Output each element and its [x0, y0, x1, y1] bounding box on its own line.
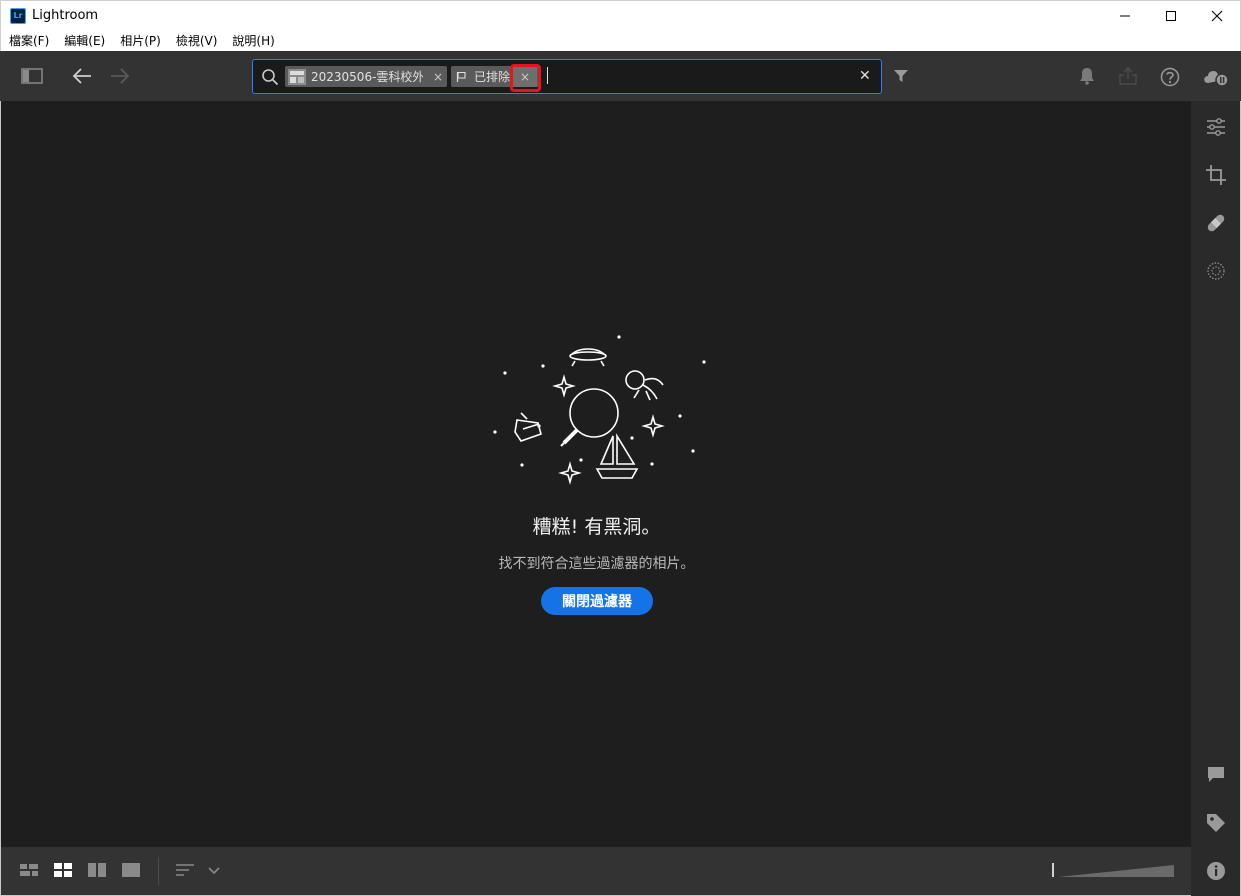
menu-photo[interactable]: 相片(P)	[112, 32, 168, 49]
flag-chip-label: 已排除	[474, 70, 511, 84]
minimize-icon	[1120, 15, 1130, 17]
sidebar-toggle-icon	[21, 68, 43, 84]
top-toolbar: 20230506-雲科校外... × 已排除 × ✕	[0, 51, 1241, 101]
filter-button[interactable]	[891, 66, 911, 86]
empty-state-message: 找不到符合這些過濾器的相片。	[498, 556, 695, 572]
album-chip-label: 20230506-雲科校外...	[311, 70, 423, 84]
chevron-down-icon	[208, 867, 220, 875]
notifications-button[interactable]	[1077, 66, 1097, 86]
right-edit-panel	[1191, 101, 1241, 896]
search-icon	[262, 69, 279, 86]
photo-grid-view-icon	[54, 863, 72, 877]
black-hole-illustration-icon	[493, 335, 706, 485]
comment-button[interactable]	[1204, 763, 1228, 787]
window-controls	[1102, 1, 1240, 31]
thumbnail-size-handle[interactable]	[1052, 863, 1054, 877]
menu-view[interactable]: 檢視(V)	[168, 32, 225, 49]
text-cursor	[547, 67, 548, 84]
detail-view-button[interactable]	[121, 861, 141, 879]
healing-button[interactable]	[1204, 211, 1228, 235]
empty-state-title: 糟糕! 有黑洞。	[532, 516, 661, 538]
masking-icon	[1207, 262, 1225, 280]
detail-view-icon	[122, 863, 140, 877]
remove-album-filter-button[interactable]: ×	[433, 70, 443, 84]
bell-icon	[1080, 68, 1094, 85]
healing-icon	[1207, 214, 1225, 232]
compare-view-button[interactable]	[87, 861, 107, 879]
crop-icon	[1206, 165, 1226, 185]
photo-grid-view-button[interactable]	[53, 861, 73, 879]
info-button[interactable]	[1204, 859, 1228, 883]
sort-icon	[176, 864, 194, 876]
maximize-button[interactable]	[1148, 1, 1194, 31]
sort-options-button[interactable]	[207, 861, 221, 879]
cloud-sync-icon	[1204, 70, 1229, 87]
tag-icon	[1207, 814, 1225, 832]
crop-button[interactable]	[1204, 163, 1228, 187]
share-button[interactable]	[1118, 66, 1138, 86]
comment-icon	[1208, 767, 1224, 782]
title-bar: Lr Lightroom	[0, 0, 1241, 30]
back-button[interactable]	[70, 64, 94, 88]
square-grid-view-button[interactable]	[19, 861, 39, 879]
edit-button[interactable]	[1204, 115, 1228, 139]
compare-view-icon	[88, 863, 106, 877]
info-icon	[1207, 862, 1225, 880]
filter-icon	[894, 70, 908, 82]
flag-icon	[456, 71, 466, 82]
masking-button[interactable]	[1204, 259, 1228, 283]
lightroom-app-icon: Lr	[10, 7, 26, 24]
square-grid-view-icon	[20, 864, 38, 876]
menu-bar: 檔案(F) 編輯(E) 相片(P) 檢視(V) 說明(H)	[0, 30, 1241, 51]
album-filter-chip[interactable]: 20230506-雲科校外... ×	[285, 66, 447, 87]
clear-search-button[interactable]: ✕	[859, 68, 871, 84]
bottom-divider	[158, 857, 159, 885]
help-button[interactable]	[1159, 66, 1181, 88]
minimize-button[interactable]	[1102, 1, 1148, 31]
cloud-sync-button[interactable]	[1201, 65, 1231, 89]
close-filter-button[interactable]: 關閉過濾器	[541, 587, 653, 615]
highlight-annotation	[510, 64, 541, 92]
album-icon	[288, 68, 306, 85]
maximize-icon	[1166, 11, 1176, 21]
close-icon	[1211, 10, 1223, 22]
edit-sliders-icon	[1207, 118, 1225, 136]
sidebar-toggle-button[interactable]	[20, 65, 44, 87]
help-icon	[1160, 67, 1180, 87]
share-icon	[1119, 67, 1137, 85]
main-photo-area: 糟糕! 有黑洞。 找不到符合這些過濾器的相片。 關閉過濾器	[0, 101, 1191, 847]
menu-help[interactable]: 說明(H)	[224, 32, 281, 49]
forward-button[interactable]	[108, 64, 132, 88]
forward-arrow-icon	[111, 68, 130, 84]
sort-button[interactable]	[175, 861, 195, 879]
keyword-tag-button[interactable]	[1204, 811, 1228, 835]
back-arrow-icon	[72, 68, 91, 84]
menu-edit[interactable]: 編輯(E)	[56, 32, 112, 49]
window-title: Lightroom	[32, 8, 99, 23]
menu-file[interactable]: 檔案(F)	[1, 32, 56, 49]
close-window-button[interactable]	[1194, 1, 1240, 31]
bottom-bar	[0, 847, 1191, 896]
thumbnail-size-slider[interactable]	[1058, 865, 1174, 877]
search-filter-bar[interactable]: 20230506-雲科校外... × 已排除 × ✕	[252, 59, 882, 94]
